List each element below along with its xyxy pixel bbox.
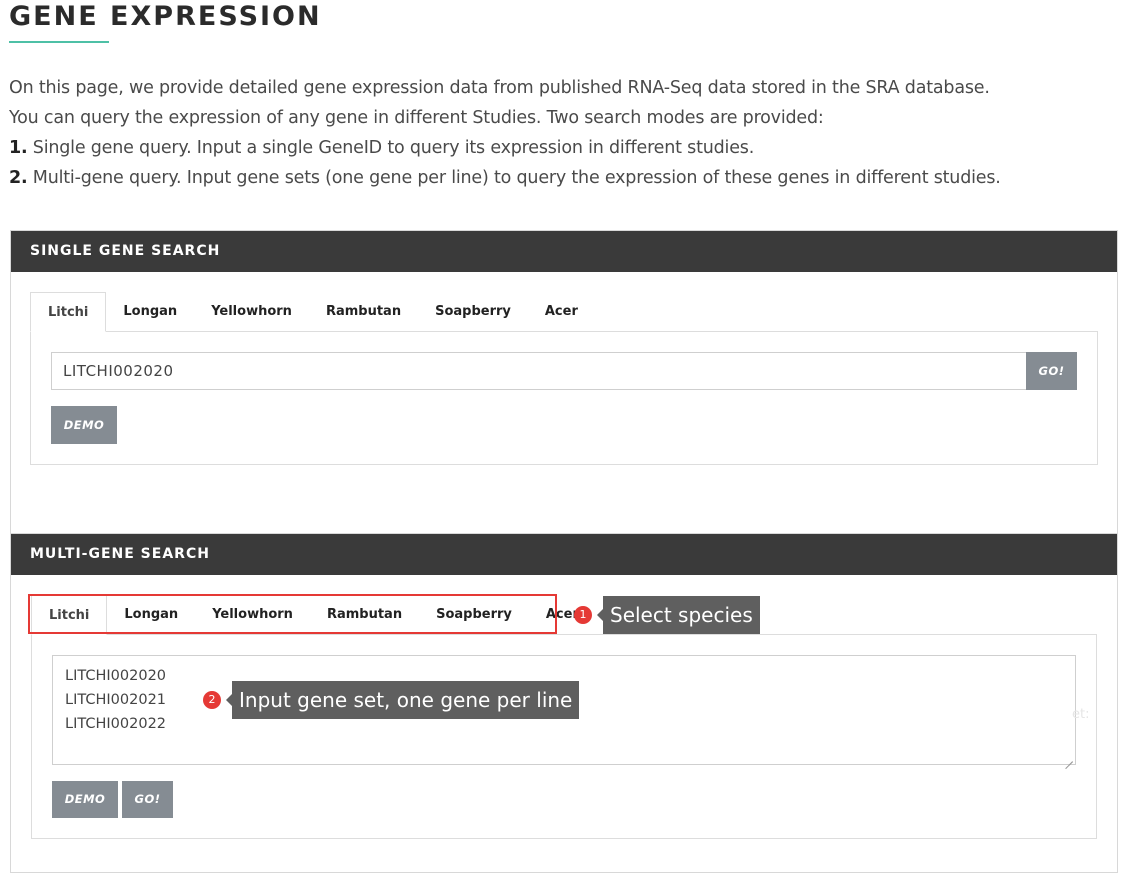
species-tabs-highlight: [28, 594, 557, 634]
single-tab-longan[interactable]: Longan: [106, 292, 194, 331]
single-tab-rambutan[interactable]: Rambutan: [309, 292, 418, 331]
mode-2-number: 2.: [9, 168, 28, 188]
resize-handle-icon[interactable]: [1065, 754, 1073, 762]
multi-gene-search-header: MULTI-GENE SEARCH: [11, 534, 1117, 575]
intro-line-1: On this page, we provide detailed gene e…: [9, 78, 990, 98]
single-demo-button[interactable]: DEMO: [51, 406, 117, 444]
single-tab-yellowhorn[interactable]: Yellowhorn: [194, 292, 309, 331]
mode-1-number: 1.: [9, 138, 28, 158]
single-search-species-tabs: Litchi Longan Yellowhorn Rambutan Soapbe…: [30, 292, 595, 332]
page-title: GENE EXPRESSION: [9, 1, 322, 32]
mode-2-text: Multi-gene query. Input gene sets (one g…: [27, 168, 1001, 188]
mode-1-text: Single gene query. Input a single GeneID…: [27, 138, 755, 158]
intro-text: On this page, we provide detailed gene e…: [9, 73, 1001, 193]
faint-background-text: et:: [1072, 707, 1090, 722]
multi-go-button[interactable]: GO!: [122, 781, 173, 818]
callout-2-number: 2: [203, 691, 221, 709]
callout-1-number: 1: [574, 606, 592, 624]
callout-1-label: Select species: [597, 596, 760, 634]
single-tab-acer[interactable]: Acer: [528, 292, 595, 331]
callout-2-label: Input gene set, one gene per line: [225, 681, 580, 719]
single-gene-input[interactable]: LITCHI002020: [51, 352, 1027, 390]
multi-demo-button[interactable]: DEMO: [52, 781, 118, 818]
intro-line-2: You can query the expression of any gene…: [9, 108, 824, 128]
single-tab-litchi[interactable]: Litchi: [30, 292, 107, 332]
title-underline: [9, 41, 109, 43]
single-go-button[interactable]: GO!: [1026, 352, 1077, 390]
mode-2-line: 2. Multi-gene query. Input gene sets (on…: [9, 163, 1001, 193]
single-tab-soapberry[interactable]: Soapberry: [418, 292, 528, 331]
single-gene-search-header: SINGLE GENE SEARCH: [11, 231, 1117, 272]
mode-1-line: 1. Single gene query. Input a single Gen…: [9, 133, 1001, 163]
